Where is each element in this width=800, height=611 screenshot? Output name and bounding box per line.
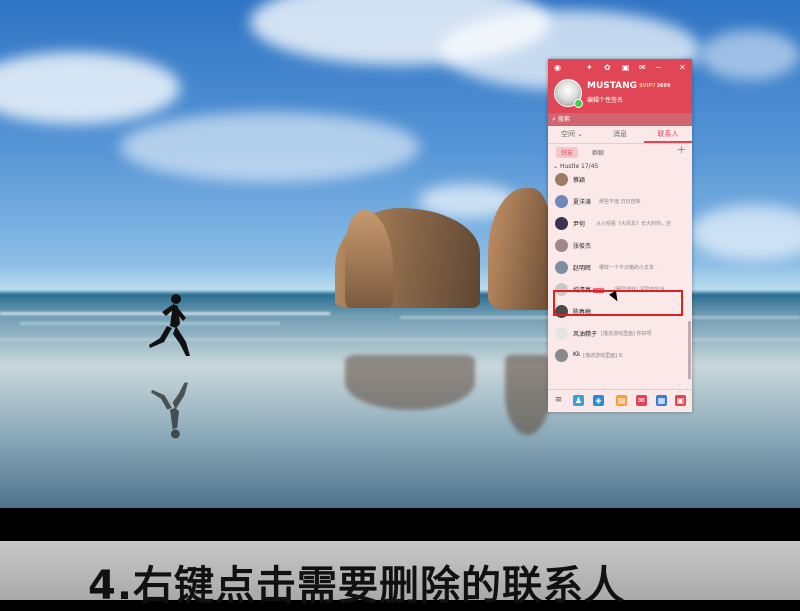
contact-name: Kk xyxy=(573,351,581,358)
contact-status: [描述游戏里面] lll xyxy=(583,353,623,359)
avatar xyxy=(555,349,568,362)
online-status-icon xyxy=(574,99,583,108)
search-icon: ⌕ xyxy=(552,115,556,123)
avatar xyxy=(555,195,568,208)
list-item[interactable]: 赵明晖 哪样一个不识格的小文本 . xyxy=(548,257,688,279)
avatar xyxy=(555,173,568,186)
pet-icon[interactable]: ✿ xyxy=(604,63,611,73)
caption-text: 4.右键点击需要删除的联系人 xyxy=(88,563,626,609)
scrollbar[interactable] xyxy=(688,321,691,379)
manager-icon[interactable]: ▣ xyxy=(675,395,686,406)
group-name: Hustle xyxy=(559,163,580,170)
contact-name: 张俊杰 xyxy=(573,243,592,250)
list-item[interactable]: 尹何 从小观看《大风车》长大的你，还 xyxy=(548,213,688,235)
qq-logo-icon: ◉ xyxy=(554,63,561,72)
panel-bottom-bar: ≡ ♟ ◈ ▤ ✉ ▦ ▣ xyxy=(548,389,692,412)
contact-name: 尹何 xyxy=(573,221,586,228)
level-badge: 3899 xyxy=(656,82,671,89)
signature[interactable]: 编辑个性签名 xyxy=(587,95,623,104)
main-tabs: 空间 ⌄ 消息 联系人 xyxy=(548,126,692,144)
contact-name: 蔡颖 xyxy=(573,177,586,184)
contact-status: 哪样一个不识格的小文本 . xyxy=(599,265,658,271)
add-icon[interactable]: + xyxy=(677,143,686,156)
username: MUSTANG SVIP73899 xyxy=(587,81,671,91)
contacts-icon[interactable]: ♟ xyxy=(573,395,584,406)
tab-space[interactable]: 空间 ⌄ xyxy=(548,126,596,143)
list-item[interactable]: 夏洋涛 那些不值 日日自新 xyxy=(548,191,688,213)
runner-silhouette xyxy=(149,294,190,356)
avatar xyxy=(555,261,568,274)
avatar xyxy=(555,327,568,340)
contact-name: 夏洋涛 xyxy=(573,199,592,206)
group-header[interactable]: ⌄ Hustle 17/45 xyxy=(548,161,692,173)
folder-icon[interactable]: ▤ xyxy=(616,395,627,406)
menu-icon[interactable]: ≡ xyxy=(553,395,564,406)
tab-messages[interactable]: 消息 xyxy=(596,126,644,143)
vip-badge: SVIP7 xyxy=(639,82,656,89)
subtab-friends[interactable]: 好友 xyxy=(556,147,579,158)
contact-panel: ◉ ✦ ✿ ▣ ✉ − ✕ MUSTANG SVIP73899 编辑个性签名 ⌕ 搜… xyxy=(548,59,692,412)
runner-reflection xyxy=(151,382,188,439)
game-icon[interactable]: ✦ xyxy=(586,63,593,73)
mail-icon[interactable]: ✉ xyxy=(639,63,646,73)
chevron-down-icon: ⌄ xyxy=(553,163,559,170)
group-icon[interactable]: ◈ xyxy=(593,395,604,406)
caption-bar: 4.右键点击需要删除的联系人 xyxy=(0,541,800,609)
minimize-icon[interactable]: − xyxy=(655,63,662,73)
avatar xyxy=(555,217,568,230)
contact-status: 那些不值 日日自新 xyxy=(599,199,641,205)
contact-name: 风油精子 xyxy=(573,331,598,338)
group-count: 17/45 xyxy=(581,163,599,170)
list-item[interactable]: 蔡颖 xyxy=(548,173,688,191)
list-item[interactable]: Kk [描述游戏里面] lll xyxy=(548,345,688,367)
mail-icon[interactable]: ✉ xyxy=(636,395,647,406)
contact-name: 赵明晖 xyxy=(573,265,592,272)
search-placeholder: 搜索 xyxy=(557,116,570,123)
tab-contacts[interactable]: 联系人 xyxy=(644,126,692,143)
list-item[interactable]: 风油精子 [描述游戏里面] 你好呀 xyxy=(548,323,688,345)
contact-list: 蔡颖 夏洋涛 那些不值 日日自新 尹何 从小观看《大风车》长大的你，还 张俊杰 … xyxy=(548,173,692,379)
app-icon[interactable]: ▦ xyxy=(656,395,667,406)
contact-status: [描述游戏里面] 你好呀 xyxy=(601,331,652,337)
contact-status: 从小观看《大风车》长大的你，还 xyxy=(596,221,672,227)
wallet-icon[interactable]: ▣ xyxy=(622,63,630,73)
avatar xyxy=(555,239,568,252)
contact-subtabs: 好友 群聊 + xyxy=(548,143,692,161)
close-icon[interactable]: ✕ xyxy=(679,63,686,73)
search-input[interactable]: ⌕ 搜索 xyxy=(548,113,692,126)
panel-header: ◉ ✦ ✿ ▣ ✉ − ✕ MUSTANG SVIP73899 编辑个性签名 xyxy=(548,59,692,113)
list-item[interactable]: 张俊杰 xyxy=(548,235,688,257)
subtab-groups[interactable]: 群聊 xyxy=(592,148,604,157)
